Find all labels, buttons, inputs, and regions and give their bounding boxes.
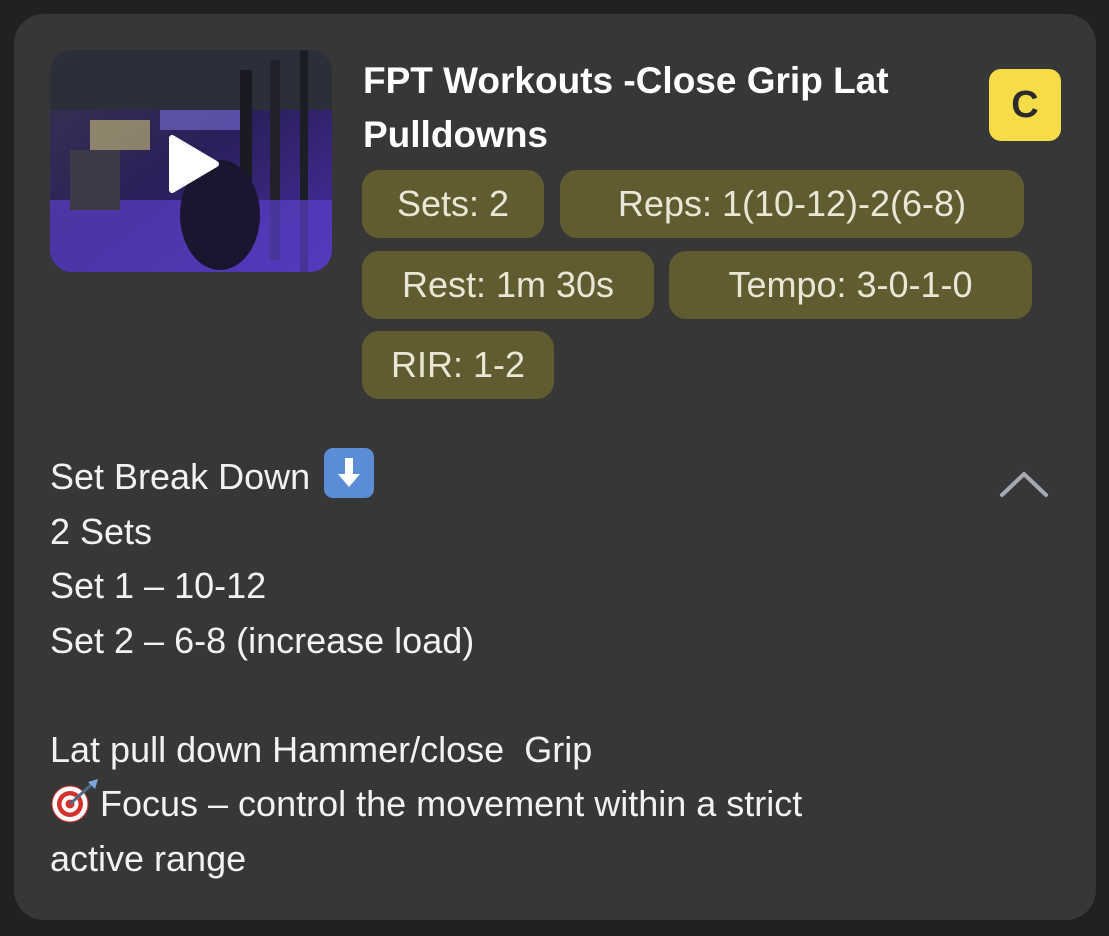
description-line: active range [50,837,247,879]
chip-rir: RIR: 1-2 [362,331,554,399]
description-line: Lat pull down Hammer/close Grip [50,728,593,770]
description-line: Set 1 – 10-12 [50,565,267,606]
description-line [50,668,1030,723]
description-line: 2 Sets [50,510,153,552]
chip-sets: Sets: 2 [362,170,544,238]
video-thumbnail[interactable] [50,50,332,272]
arrow-down-emoji-icon [324,448,375,498]
chip-tempo: Tempo: 3-0-1-0 [669,251,1032,319]
description-line: Focus – control the movement within a st… [50,777,1030,832]
chip-rest: Rest: 1m 30s [362,251,654,319]
focus-text: Focus – control the movement within a st… [100,783,803,824]
exercise-description: Set Break Down 2 Sets Set 1 – 10-12 Set … [50,448,1030,886]
description-line: Set 2 – 6-8 (increase load) [50,619,475,661]
category-badge: C [989,69,1061,141]
exercise-title: FPT Workouts -Close Grip Lat Pulldowns [363,60,889,155]
chip-reps: Reps: 1(10-12)-2(6-8) [560,170,1024,238]
direct-hit-emoji-icon [50,778,100,824]
set-breakdown-heading: Set Break Down [50,456,311,497]
description-line: Set Break Down [50,448,1030,505]
play-icon [169,135,219,193]
